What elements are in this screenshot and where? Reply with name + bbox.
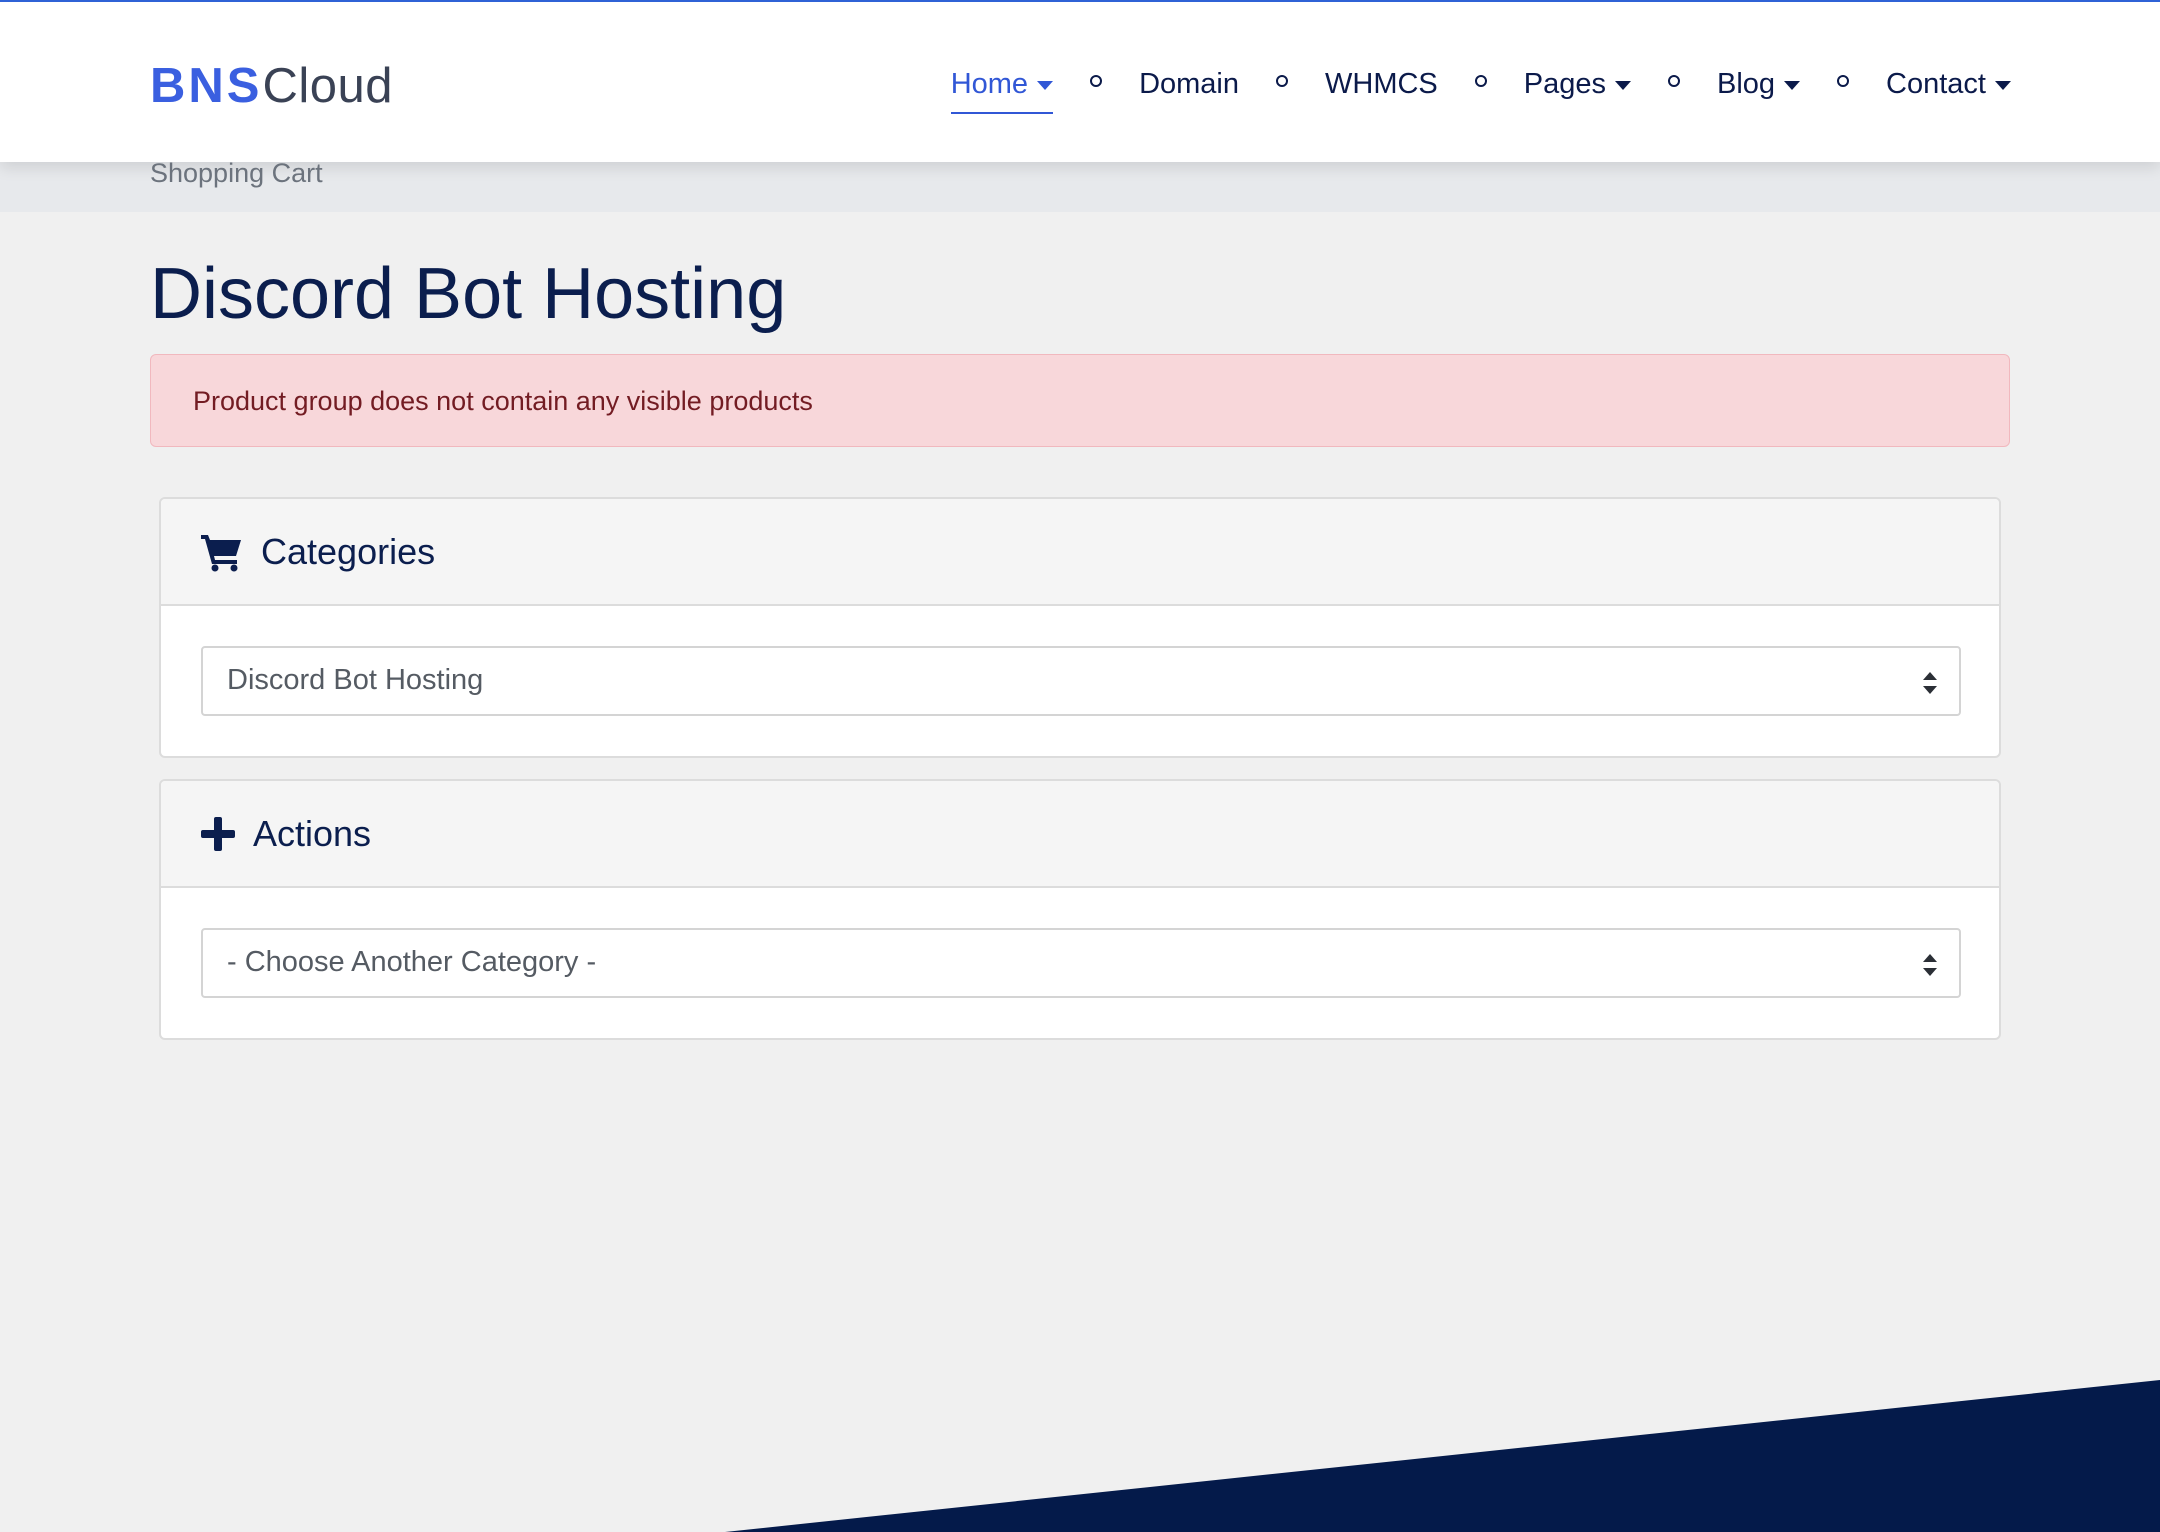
another-category-select[interactable]: - Choose Another Category - xyxy=(201,928,1961,998)
error-alert: Product group does not contain any visib… xyxy=(150,354,2010,447)
nav-contact-label: Contact xyxy=(1886,67,1986,100)
nav-blog-label: Blog xyxy=(1717,67,1776,100)
breadcrumb-bar xyxy=(0,162,2160,212)
sort-arrows-icon xyxy=(1923,954,1937,976)
nav-item-contact[interactable]: Contact xyxy=(1886,64,2011,104)
actions-panel: Actions - Choose Another Category - xyxy=(159,779,2001,1040)
brand-logo-part1: BNS xyxy=(150,59,263,113)
nav-separator xyxy=(1668,75,1680,87)
site-header: BNSCloud Home Domain WHMCS Pages Blog Co… xyxy=(0,0,2160,162)
actions-panel-header: Actions xyxy=(161,781,1999,888)
chevron-down-icon xyxy=(1615,80,1631,90)
brand-logo-part2: Cloud xyxy=(262,59,393,113)
nav-item-whmcs[interactable]: WHMCS xyxy=(1325,64,1438,104)
nav-separator xyxy=(1276,75,1288,87)
nav-separator xyxy=(1837,75,1850,87)
categories-panel-body: Discord Bot Hosting xyxy=(161,606,1999,756)
breadcrumb[interactable]: Shopping Cart xyxy=(150,158,323,189)
categories-panel: Categories Discord Bot Hosting xyxy=(159,497,2001,758)
nav-domain-label: Domain xyxy=(1139,67,1239,100)
nav-item-home[interactable]: Home xyxy=(950,64,1054,114)
another-category-select-value: - Choose Another Category - xyxy=(227,946,597,978)
brand-logo[interactable]: BNSCloud xyxy=(150,60,393,112)
nav-item-blog[interactable]: Blog xyxy=(1717,64,1801,104)
category-select[interactable]: Discord Bot Hosting xyxy=(201,646,1961,716)
footer-diagonal-band xyxy=(725,1380,2160,1532)
chevron-down-icon xyxy=(1784,80,1801,90)
categories-panel-header: Categories xyxy=(161,499,1999,606)
nav-separator xyxy=(1474,75,1487,87)
nav-whmcs-label: WHMCS xyxy=(1325,67,1438,100)
actions-title: Actions xyxy=(253,812,372,854)
nav-item-pages[interactable]: Pages xyxy=(1524,64,1631,104)
nav-item-domain[interactable]: Domain xyxy=(1139,64,1239,104)
page-title: Discord Bot Hosting xyxy=(150,254,787,334)
nav-home-label: Home xyxy=(950,67,1029,100)
chevron-down-icon xyxy=(1995,80,2011,90)
shopping-cart-icon xyxy=(201,534,241,571)
categories-title: Categories xyxy=(261,530,436,572)
chevron-down-icon xyxy=(1037,80,1054,90)
main-nav: Home Domain WHMCS Pages Blog Contact xyxy=(950,64,2011,114)
actions-panel-body: - Choose Another Category - xyxy=(161,888,1999,1038)
category-select-value: Discord Bot Hosting xyxy=(227,664,484,696)
plus-icon xyxy=(201,816,235,851)
alert-message: Product group does not contain any visib… xyxy=(193,386,813,416)
nav-separator xyxy=(1090,75,1103,87)
nav-pages-label: Pages xyxy=(1523,67,1606,100)
sort-arrows-icon xyxy=(1923,672,1937,694)
